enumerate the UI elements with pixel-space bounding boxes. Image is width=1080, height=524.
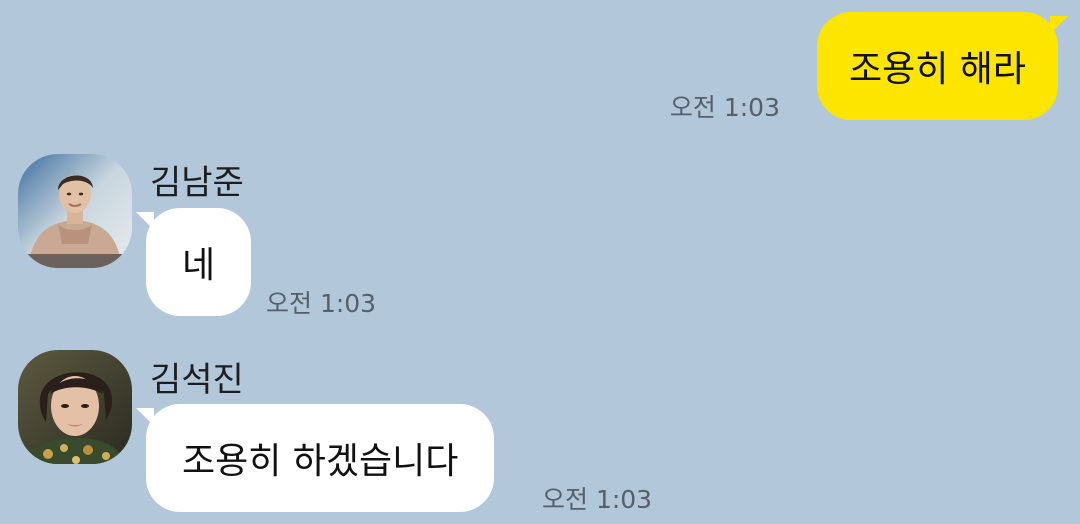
incoming-message-time: 오전 1:03 <box>266 289 377 318</box>
profile-photo-icon <box>18 350 132 464</box>
outgoing-message-text: 조용히 해라 <box>848 49 1026 90</box>
sender-name: 김남준 <box>150 163 244 203</box>
outgoing-message-time: 오전 1:03 <box>669 93 780 122</box>
avatar[interactable] <box>18 154 132 268</box>
incoming-message-bubble[interactable]: 네 <box>135 208 252 316</box>
incoming-message-text: 조용히 하겠습니다 <box>182 441 459 482</box>
profile-photo-icon <box>18 154 132 268</box>
sender-name: 김석진 <box>150 360 244 400</box>
incoming-message-bubble[interactable]: 조용히 하겠습니다 <box>135 404 495 512</box>
avatar[interactable] <box>18 350 132 464</box>
incoming-message-time: 오전 1:03 <box>542 485 653 514</box>
incoming-message-text: 네 <box>182 245 216 286</box>
outgoing-message-bubble[interactable]: 조용히 해라 <box>816 12 1069 120</box>
